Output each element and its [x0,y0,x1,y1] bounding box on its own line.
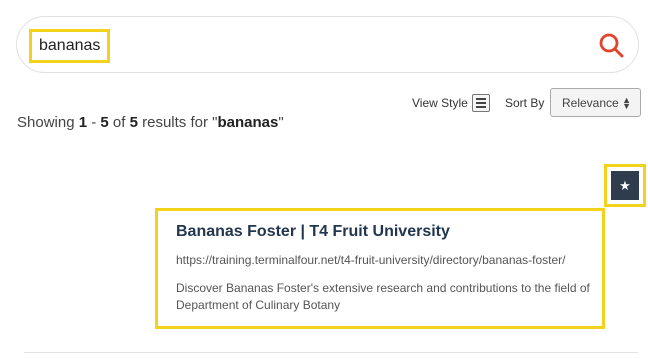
sort-select[interactable]: Relevance ▲ ▼ [550,88,641,117]
result-card[interactable]: Bananas Foster | T4 Fruit University htt… [155,208,605,329]
list-view-icon[interactable] [471,94,490,112]
favorite-button[interactable]: ★ [604,164,646,207]
result-url[interactable]: https://training.terminalfour.net/t4-fru… [176,253,602,267]
summary-range-end: 5 [100,114,109,131]
sort-caret-icon: ▲ ▼ [622,95,631,111]
search-input[interactable]: bananas [29,29,111,63]
summary-term: bananas [217,114,279,131]
star-icon: ★ [611,171,639,200]
sort-by-label: Sort By [505,96,545,110]
summary-prefix: Showing [17,114,79,131]
results-summary: Showing 1 - 5 of 5 results for "bananas" [17,114,284,131]
summary-results-for: results for " [137,114,218,131]
summary-dash: - [87,114,101,131]
sort-selected-value: Relevance [562,95,619,110]
summary-total: 5 [129,114,138,131]
view-style-label: View Style [412,96,468,110]
summary-closing-quote: " [278,114,284,131]
search-query-text: bananas [39,37,101,54]
summary-range-start: 1 [78,114,88,131]
result-description: Discover Bananas Foster's extensive rese… [176,281,590,312]
search-bar: bananas [16,16,639,73]
view-style: View Style [412,94,490,112]
result-title[interactable]: Bananas Foster | T4 Fruit University [176,223,602,241]
summary-of: of [108,114,130,131]
search-icon[interactable] [598,32,624,58]
